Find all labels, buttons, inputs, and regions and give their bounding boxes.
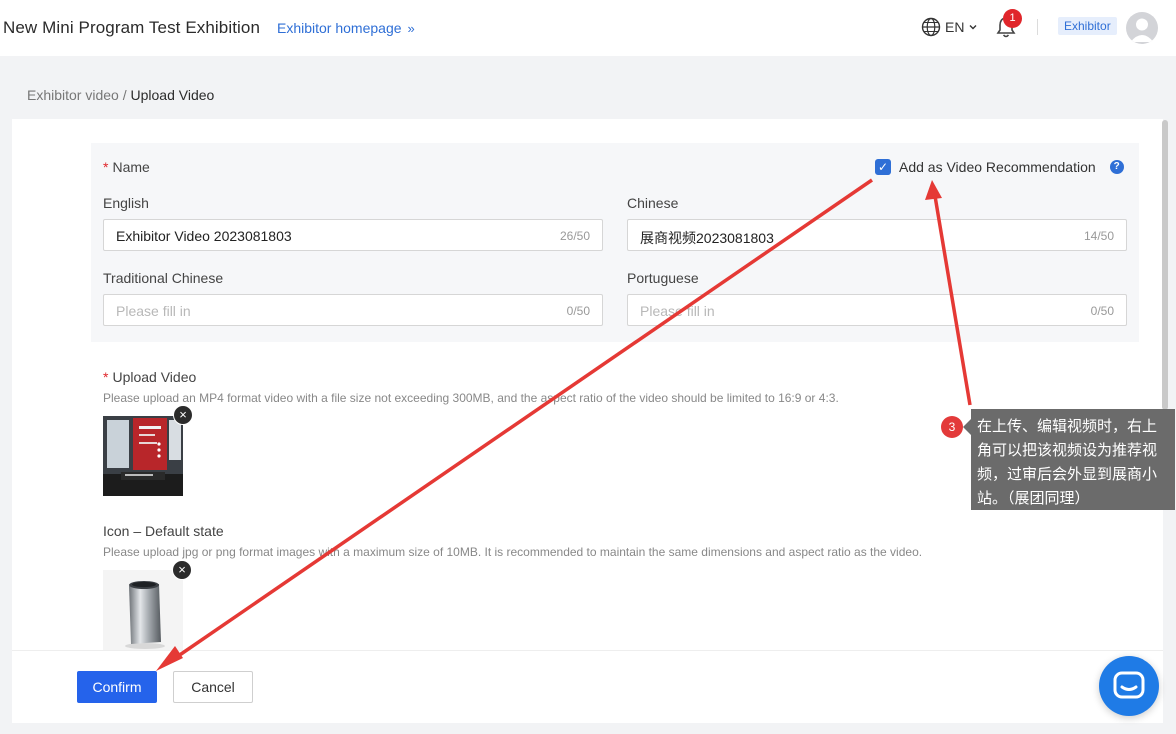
required-mark: *: [103, 159, 109, 175]
icon-default-state-label: Icon – Default state: [103, 523, 224, 539]
traditional-chinese-name-input[interactable]: Please fill in 0/50: [103, 294, 603, 326]
annotation-callout: 在上传、编辑视频时，右上角可以把该视频设为推荐视频，过审后会外显到展商小站。（展…: [963, 409, 1175, 510]
question-icon[interactable]: ?: [1109, 160, 1124, 174]
breadcrumb-separator: /: [122, 87, 127, 103]
name-label: * Name: [103, 159, 150, 175]
chinese-label: Chinese: [627, 195, 679, 211]
header-divider: [1037, 19, 1038, 35]
traditional-chinese-label: Traditional Chinese: [103, 270, 224, 286]
english-char-count: 26/50: [559, 229, 590, 243]
portuguese-name-input[interactable]: Please fill in 0/50: [627, 294, 1127, 326]
confirm-button[interactable]: Confirm: [77, 671, 157, 703]
chinese-char-count: 14/50: [1083, 229, 1114, 243]
video-preview-image: [103, 416, 183, 496]
recommendation-label: Add as Video Recommendation: [899, 159, 1096, 175]
exhibitor-homepage-link[interactable]: Exhibitor homepage »: [277, 20, 415, 36]
app-title: New Mini Program Test Exhibition: [3, 18, 261, 37]
avatar[interactable]: [1126, 12, 1158, 44]
breadcrumb-current: Upload Video: [130, 87, 215, 103]
remove-video-close-icon[interactable]: ×: [173, 405, 193, 425]
breadcrumb-parent[interactable]: Exhibitor video: [27, 87, 119, 103]
video-thumbnail[interactable]: [103, 416, 183, 496]
remove-icon-close-icon[interactable]: ×: [172, 560, 192, 580]
icon-preview-image: [103, 570, 183, 650]
video-recommendation-option[interactable]: ✓ Add as Video Recommendation ?: [875, 159, 1124, 175]
required-mark: *: [103, 369, 109, 385]
portuguese-label: Portuguese: [627, 270, 699, 286]
annotation-number-badge: 3: [941, 416, 963, 438]
homepage-link-label: Exhibitor homepage: [277, 20, 402, 36]
icon-upload-hint: Please upload jpg or png format images w…: [103, 545, 923, 559]
portuguese-placeholder: Please fill in: [640, 303, 715, 319]
chinese-name-input[interactable]: 展商视频2023081803 14/50: [627, 219, 1127, 251]
scrollbar-thumb[interactable]: [1162, 120, 1168, 410]
notification-badge: 1: [1003, 9, 1022, 28]
english-name-value: Exhibitor Video 2023081803: [116, 228, 292, 244]
portuguese-char-count: 0/50: [1090, 304, 1114, 318]
role-badge: Exhibitor: [1058, 17, 1117, 35]
chat-icon: [1113, 671, 1145, 699]
cancel-button[interactable]: Cancel: [173, 671, 253, 703]
double-chevron-right-icon: »: [407, 21, 415, 36]
globe-icon: [921, 17, 941, 37]
icon-thumbnail[interactable]: [103, 570, 183, 650]
upload-video-label-text: Upload Video: [112, 369, 197, 385]
chat-support-button[interactable]: [1099, 656, 1159, 716]
recommendation-checkbox[interactable]: ✓: [875, 159, 891, 175]
user-icon: [1130, 18, 1154, 42]
traditional-chinese-placeholder: Please fill in: [116, 303, 191, 319]
name-label-text: Name: [112, 159, 150, 175]
upload-video-hint: Please upload an MP4 format video with a…: [103, 391, 839, 405]
english-name-input[interactable]: Exhibitor Video 2023081803 26/50: [103, 219, 603, 251]
traditional-chinese-char-count: 0/50: [566, 304, 590, 318]
language-switcher[interactable]: EN: [921, 17, 978, 37]
chevron-down-icon: [969, 25, 977, 30]
english-label: English: [103, 195, 149, 211]
chinese-name-value: 展商视频2023081803: [640, 230, 774, 246]
breadcrumb: Exhibitor video / Upload Video: [27, 87, 214, 103]
upload-video-label: * Upload Video: [103, 369, 196, 385]
language-label: EN: [945, 19, 965, 35]
